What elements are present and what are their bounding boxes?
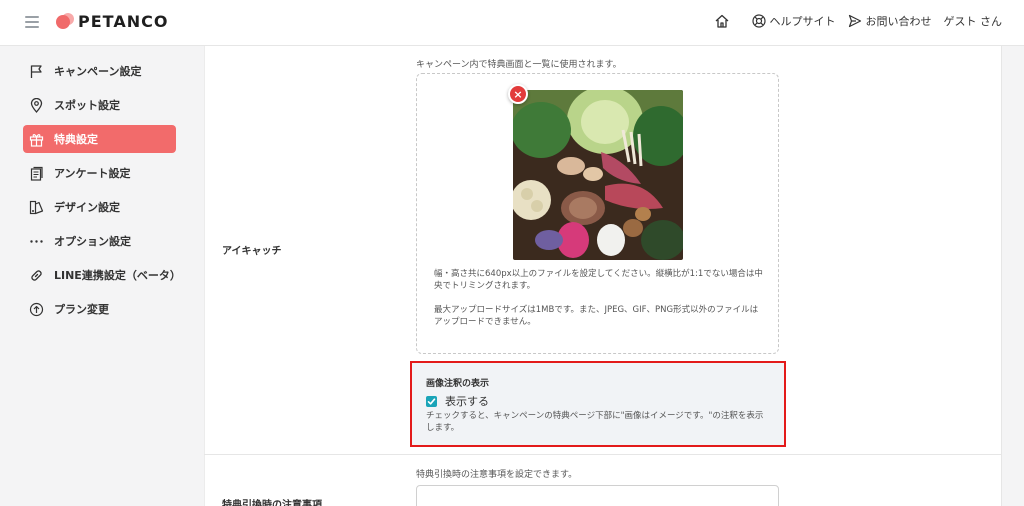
logo-mark-icon [56, 12, 74, 31]
remove-image-button[interactable]: × [508, 84, 528, 104]
notes-textarea[interactable] [416, 485, 779, 506]
notes-helper: 特典引換時の注意事項を設定できます。 [416, 470, 578, 480]
clipboard-icon [30, 166, 43, 181]
logo-text: PETANCO [78, 12, 169, 31]
header-nav: ヘルプサイト お問い合わせ ゲスト さん [714, 13, 1003, 29]
eyecatch-image [513, 90, 683, 260]
right-gutter [1001, 46, 1024, 506]
image-upload-area[interactable]: × 幅・高さ共に640px以上のファイルを設定してください。縦横比が1:1でない… [416, 73, 779, 354]
sidebar-item-label: LINE連携設定（ベータ） [54, 269, 181, 282]
main-content: アイキャッチ キャンペーン内で特典画面と一覧に使用されます。 × 幅・高さ共に6… [204, 46, 1001, 506]
sidebar: キャンペーン設定 スポット設定 特典設定 アンケート設定 デザイン設定 オプショ… [0, 46, 204, 506]
sidebar-item-label: オプション設定 [54, 235, 131, 248]
sidebar-item-survey[interactable]: アンケート設定 [23, 159, 176, 187]
annotation-description: チェックすると、キャンペーンの特典ページ下部に"画像はイメージです。"の注釈を表… [426, 411, 764, 433]
sidebar-item-label: プラン変更 [54, 303, 109, 316]
sidebar-item-label: キャンペーン設定 [54, 65, 142, 78]
sidebar-item-label: デザイン設定 [54, 201, 120, 214]
palette-icon [29, 200, 44, 214]
image-annotation-section: 画像注釈の表示 表示する チェックすると、キャンペーンの特典ページ下部に"画像は… [410, 361, 786, 447]
contact-label: お問い合わせ [865, 15, 932, 28]
divider [204, 46, 205, 506]
check-icon [427, 397, 436, 405]
user-name: ゲスト さん [943, 15, 1003, 28]
top-header: PETANCO ヘルプサイト お問い合わせ ゲスト さん [0, 0, 1024, 46]
sidebar-item-line[interactable]: LINE連携設定（ベータ） [23, 261, 181, 289]
eyecatch-helper: キャンペーン内で特典画面と一覧に使用されます。 [416, 60, 622, 70]
help-site-link[interactable]: ヘルプサイト [751, 13, 836, 29]
home-icon[interactable] [714, 13, 730, 29]
flag-icon [30, 64, 42, 78]
notes-label: 特典引換時の注意事項 [222, 500, 322, 506]
image-size-note: 幅・高さ共に640px以上のファイルを設定してください。縦横比が1:1でない場合… [434, 269, 763, 291]
gift-icon [29, 133, 44, 147]
send-icon [848, 14, 861, 28]
globe-icon [751, 14, 766, 28]
sidebar-item-label: アンケート設定 [54, 167, 131, 180]
map-pin-icon [30, 97, 43, 113]
show-annotation-toggle[interactable]: 表示する [426, 393, 489, 409]
sidebar-item-options[interactable]: オプション設定 [23, 227, 176, 255]
link-icon [31, 269, 42, 281]
sidebar-item-label: スポット設定 [54, 99, 120, 112]
annotation-title: 画像注釈の表示 [426, 379, 490, 389]
show-annotation-label: 表示する [445, 395, 489, 408]
help-site-label: ヘルプサイト [769, 15, 836, 28]
eyecatch-label: アイキャッチ [222, 246, 282, 257]
logo[interactable]: PETANCO [56, 12, 168, 31]
vegetables-image [513, 90, 683, 260]
sidebar-item-spot[interactable]: スポット設定 [23, 91, 176, 119]
sidebar-item-design[interactable]: デザイン設定 [23, 193, 176, 221]
show-annotation-checkbox[interactable] [426, 395, 437, 407]
sidebar-item-label: 特典設定 [54, 133, 98, 146]
sidebar-item-benefit[interactable]: 特典設定 [23, 125, 176, 153]
contact-link[interactable]: お問い合わせ [848, 13, 932, 29]
upload-limit-note: 最大アップロードサイズは1MBです。また、JPEG、GIF、PNG形式以外のファ… [434, 305, 759, 327]
arrow-up-circle-icon [29, 302, 44, 316]
sidebar-item-plan[interactable]: プラン変更 [23, 295, 176, 323]
more-icon [30, 239, 43, 243]
menu-icon[interactable] [25, 16, 39, 28]
sidebar-item-campaign[interactable]: キャンペーン設定 [23, 57, 176, 85]
user-menu[interactable]: ゲスト さん [944, 13, 1003, 29]
section-divider [204, 454, 1001, 455]
